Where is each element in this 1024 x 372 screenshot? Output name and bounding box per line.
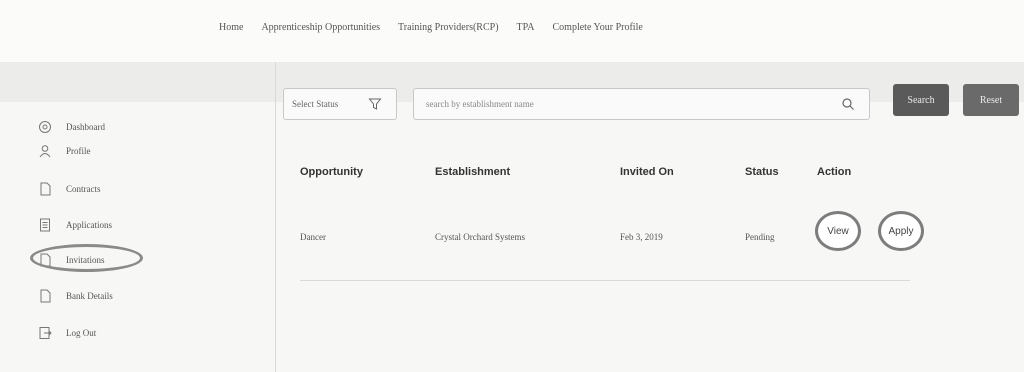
cell-invited-on: Feb 3, 2019 [620,232,663,242]
nav-home[interactable]: Home [219,22,243,33]
dashboard-icon [39,121,51,133]
sidebar-item-dashboard[interactable]: Dashboard [38,118,105,136]
view-button[interactable]: View [815,211,861,251]
nav-apprenticeship-opportunities[interactable]: Apprenticeship Opportunities [261,22,380,33]
column-header-opportunity: Opportunity [300,166,363,178]
filter-icon [368,98,382,110]
sidebar-item-label: Dashboard [66,122,105,132]
sidebar-item-contracts[interactable]: Contracts [38,180,101,198]
reset-button[interactable]: Reset [963,84,1019,116]
cell-establishment: Crystal Orchard Systems [435,232,525,242]
logout-icon [39,327,52,339]
column-header-invited-on: Invited On [620,166,674,178]
sidebar-item-invitations[interactable]: Invitations [30,244,143,272]
sidebar-item-applications[interactable]: Applications [38,216,112,234]
nav-links: Home Apprenticeship Opportunities Traini… [219,22,643,33]
apply-button[interactable]: Apply [878,211,924,251]
document-icon [40,289,51,303]
column-header-establishment: Establishment [435,166,511,178]
status-select-placeholder: Select Status [292,99,339,109]
search-placeholder: search by establishment name [426,99,534,109]
list-icon [40,218,50,232]
row-divider [300,280,910,281]
document-icon [40,182,51,196]
sidebar-item-label: Profile [66,146,91,156]
cell-opportunity: Dancer [300,232,326,242]
sidebar-item-bank-details[interactable]: Bank Details [38,287,113,305]
sidebar-item-label: Bank Details [66,291,113,301]
search-input[interactable]: search by establishment name [413,88,870,120]
nav-training-providers[interactable]: Training Providers(RCP) [398,22,498,33]
active-highlight [30,244,143,272]
search-icon [842,98,854,110]
nav-complete-profile[interactable]: Complete Your Profile [553,22,643,33]
sidebar: Dashboard Profile Contracts Applications… [0,62,276,372]
sidebar-item-label: Log Out [66,328,97,338]
top-navigation: Home Apprenticeship Opportunities Traini… [0,0,1024,62]
column-header-status: Status [745,166,779,178]
cell-status: Pending [745,232,775,242]
status-select[interactable]: Select Status [283,88,397,120]
nav-tpa[interactable]: TPA [517,22,535,33]
sidebar-item-label: Applications [66,220,112,230]
search-button[interactable]: Search [893,84,949,116]
sidebar-item-log-out[interactable]: Log Out [38,324,96,342]
sidebar-item-label: Contracts [66,184,101,194]
user-icon [39,145,51,158]
sidebar-item-profile[interactable]: Profile [38,142,91,160]
column-header-action: Action [817,166,852,178]
